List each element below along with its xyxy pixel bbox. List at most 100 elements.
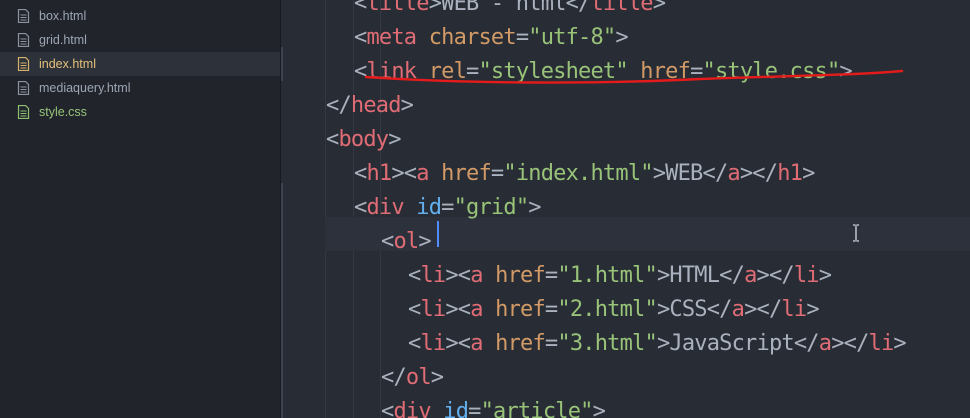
code-line[interactable]: <link rel="stylesheet" href="style.css"> [354, 55, 853, 89]
tree-item-mediaquery-html[interactable]: mediaquery.html [0, 76, 280, 100]
code-line[interactable]: <title>WEB - html</title> [354, 0, 666, 21]
code-token: </ [793, 331, 820, 356]
code-token: href [441, 161, 492, 186]
code-token: ></ [756, 263, 795, 288]
tree-item-grid-html[interactable]: grid.html [0, 28, 280, 52]
code-token: a [727, 161, 740, 186]
code-token: "index.html" [503, 161, 653, 186]
code-token: = [544, 331, 558, 356]
file-text-icon [17, 9, 30, 23]
code-token: > [652, 161, 666, 186]
code-token: a [731, 297, 745, 322]
code-token: li [420, 297, 446, 322]
code-token: > [802, 161, 815, 186]
code-token: > [839, 59, 852, 84]
code-line[interactable]: <li><a href="2.html">CSS</a></li> [408, 293, 820, 327]
code-token: < [354, 161, 367, 186]
code-token: </ [719, 263, 745, 288]
code-token: < [354, 0, 367, 16]
code-token: link [366, 59, 417, 84]
code-token: ></ [739, 161, 778, 186]
code-token: title [366, 0, 429, 16]
code-line[interactable]: <body> [326, 123, 402, 157]
code-token: ></ [744, 297, 782, 322]
code-token: > [656, 297, 670, 322]
code-line[interactable]: <meta charset="utf-8"> [354, 21, 629, 55]
code-line[interactable]: <div id="article"> [381, 395, 606, 418]
code-line[interactable]: </ol> [381, 361, 444, 395]
tree-item-label: style.css [39, 105, 87, 119]
code-token: a [470, 331, 483, 356]
code-token: > [388, 127, 401, 152]
tree-item-box-html[interactable]: box.html [0, 4, 280, 28]
code-token: > [428, 0, 442, 16]
code-token: > [652, 0, 666, 16]
code-token: "article" [480, 399, 594, 418]
code-token: href [640, 59, 691, 84]
code-token: "grid" [453, 195, 529, 220]
code-token: WEB [665, 161, 703, 186]
code-token: HTML [669, 263, 720, 288]
ibeam-cursor-icon [853, 224, 859, 242]
code-token: > [656, 263, 670, 288]
code-token: < [408, 331, 421, 356]
tree-item-label: mediaquery.html [39, 81, 131, 95]
code-token: < [381, 399, 394, 418]
code-token: </ [702, 161, 729, 186]
code-token: div [366, 195, 404, 220]
code-editor[interactable]: <title>WEB - html</title> <meta charset="… [281, 0, 970, 418]
code-line[interactable]: <ol> [381, 225, 432, 259]
code-token: h1 [366, 161, 392, 186]
code-token: = [515, 25, 529, 50]
tree-item-index-html[interactable]: index.html [0, 52, 280, 76]
code-line[interactable]: <h1><a href="index.html">WEB</a></h1> [354, 157, 815, 191]
indent-guide [325, 0, 326, 418]
code-token: li [420, 331, 446, 356]
code-token: < [326, 127, 339, 152]
code-token: = [466, 59, 479, 84]
code-token: id [416, 195, 442, 220]
code-token: </ [706, 297, 733, 322]
tree-item-style-css[interactable]: style.css [0, 100, 280, 124]
code-token: = [690, 59, 703, 84]
code-token: </ [565, 0, 592, 16]
code-token: div [393, 399, 431, 418]
code-token: a [470, 297, 483, 322]
git-modified-marker [281, 47, 283, 81]
code-line[interactable]: <div id="grid"> [354, 191, 542, 225]
file-text-icon [17, 81, 30, 95]
code-token: "style.css" [702, 59, 841, 84]
code-token: "1.html" [557, 263, 657, 288]
code-token: body [338, 127, 389, 152]
code-token: > [418, 229, 431, 254]
code-token: > [615, 25, 628, 50]
file-text-icon [17, 57, 30, 71]
code-token: a [470, 263, 483, 288]
code-line[interactable]: <li><a href="1.html">HTML</a></li> [408, 259, 832, 293]
code-token: < [354, 59, 367, 84]
atom-editor-window: box.html grid.html index.html mediaquery… [0, 0, 970, 418]
code-token: WEB - html [441, 0, 566, 16]
code-token: href [495, 297, 546, 322]
code-token: id [443, 399, 469, 418]
code-token: > [818, 263, 832, 288]
code-token: </ [326, 93, 352, 118]
code-token: < [381, 229, 394, 254]
code-token: li [868, 331, 895, 356]
code-token: a [744, 263, 757, 288]
file-text-icon [17, 33, 30, 47]
tree-view[interactable]: box.html grid.html index.html mediaquery… [0, 0, 281, 418]
code-token: >< [445, 263, 471, 288]
code-line[interactable]: </head> [326, 89, 414, 123]
code-line[interactable]: <li><a href="3.html">JavaScript</a></li> [408, 327, 907, 361]
code-token: </ [381, 365, 407, 390]
code-token: >< [391, 161, 417, 186]
code-token: = [490, 161, 504, 186]
